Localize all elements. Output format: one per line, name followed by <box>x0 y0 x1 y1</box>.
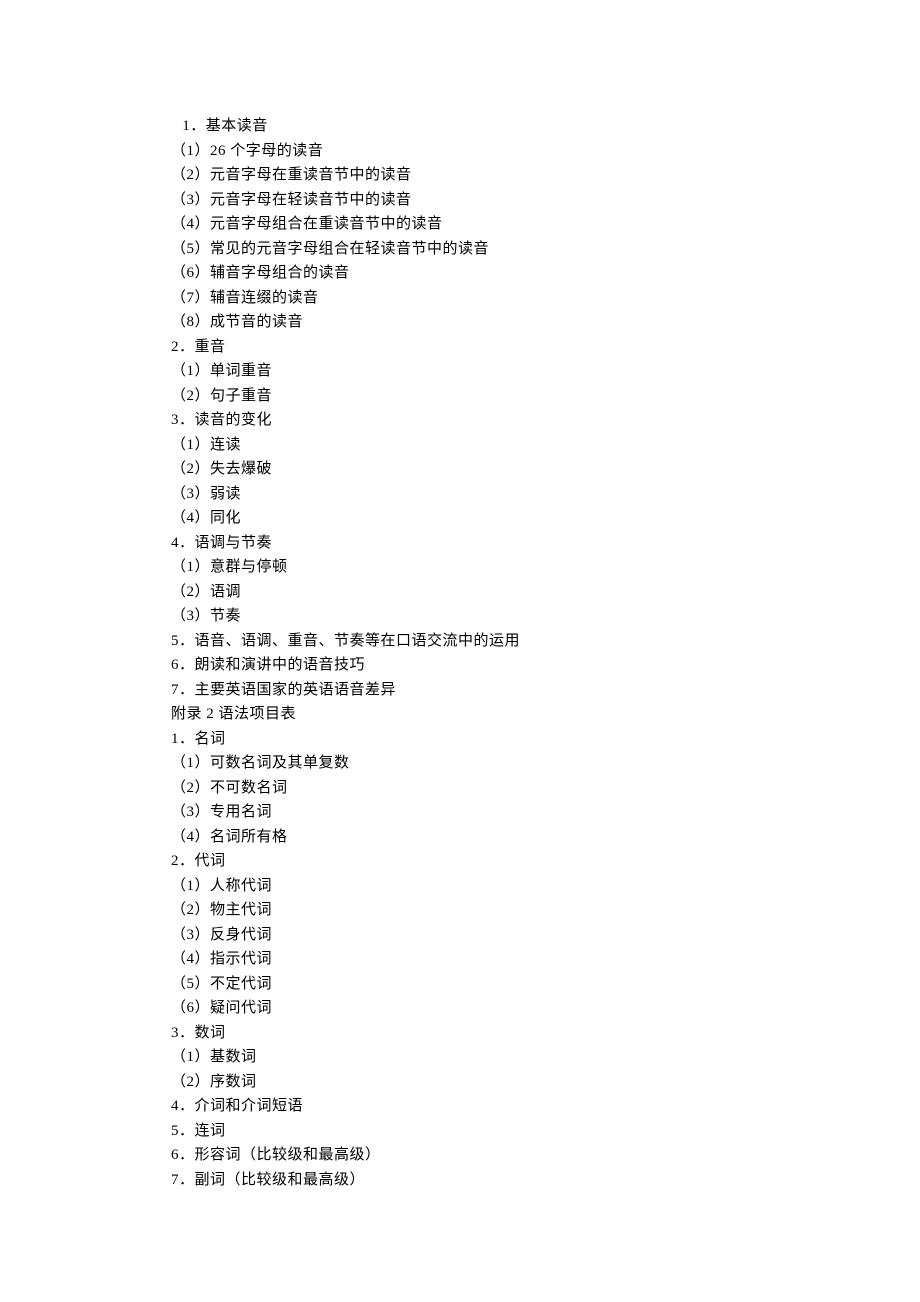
text-line: 6．形容词（比较级和最高级） <box>171 1143 920 1168</box>
text-line: 1．名词 <box>171 727 920 752</box>
text-line: 6．朗读和演讲中的语音技巧 <box>171 653 920 678</box>
text-line: （5）不定代词 <box>171 972 920 997</box>
text-line: 2．重音 <box>171 335 920 360</box>
text-line: （2）失去爆破 <box>171 457 920 482</box>
text-line: （4）指示代词 <box>171 947 920 972</box>
text-line: 3．读音的变化 <box>171 408 920 433</box>
text-line: （1）单词重音 <box>171 359 920 384</box>
text-line: （4）同化 <box>171 506 920 531</box>
text-line: （1）人称代词 <box>171 874 920 899</box>
text-line: （2）元音字母在重读音节中的读音 <box>171 163 920 188</box>
text-line: （8）成节音的读音 <box>171 310 920 335</box>
text-line: （2）句子重音 <box>171 384 920 409</box>
text-line: 7．副词（比较级和最高级） <box>171 1168 920 1193</box>
text-line: （6）辅音字母组合的读音 <box>171 261 920 286</box>
text-line: （2）物主代词 <box>171 898 920 923</box>
text-line: 5．连词 <box>171 1119 920 1144</box>
text-line: 5．语音、语调、重音、节奏等在口语交流中的运用 <box>171 629 920 654</box>
text-line: （1）意群与停顿 <box>171 555 920 580</box>
text-line: 4．语调与节奏 <box>171 531 920 556</box>
text-line: （3）专用名词 <box>171 800 920 825</box>
text-line: （2）序数词 <box>171 1070 920 1095</box>
text-line: （7）辅音连缀的读音 <box>171 286 920 311</box>
text-line: （3）反身代词 <box>171 923 920 948</box>
text-line: （4）元音字母组合在重读音节中的读音 <box>171 212 920 237</box>
text-line: 3．数词 <box>171 1021 920 1046</box>
text-line: （6）疑问代词 <box>171 996 920 1021</box>
text-line: （5）常见的元音字母组合在轻读音节中的读音 <box>171 237 920 262</box>
text-line: （3）节奏 <box>171 604 920 629</box>
text-line: （3）元音字母在轻读音节中的读音 <box>171 188 920 213</box>
text-line: 4．介词和介词短语 <box>171 1094 920 1119</box>
text-line: 2．代词 <box>171 849 920 874</box>
document-content: 1．基本读音（1）26 个字母的读音（2）元音字母在重读音节中的读音（3）元音字… <box>0 0 920 1192</box>
text-line: （1）26 个字母的读音 <box>171 139 920 164</box>
text-line: （1）基数词 <box>171 1045 920 1070</box>
text-line: 附录 2 语法项目表 <box>171 702 920 727</box>
text-line: （1）连读 <box>171 433 920 458</box>
text-line: （1）可数名词及其单复数 <box>171 751 920 776</box>
text-line: （2）语调 <box>171 580 920 605</box>
text-line: 1．基本读音 <box>171 114 920 139</box>
text-line: （2）不可数名词 <box>171 776 920 801</box>
text-line: （3）弱读 <box>171 482 920 507</box>
text-line: 7．主要英语国家的英语语音差异 <box>171 678 920 703</box>
text-line: （4）名词所有格 <box>171 825 920 850</box>
